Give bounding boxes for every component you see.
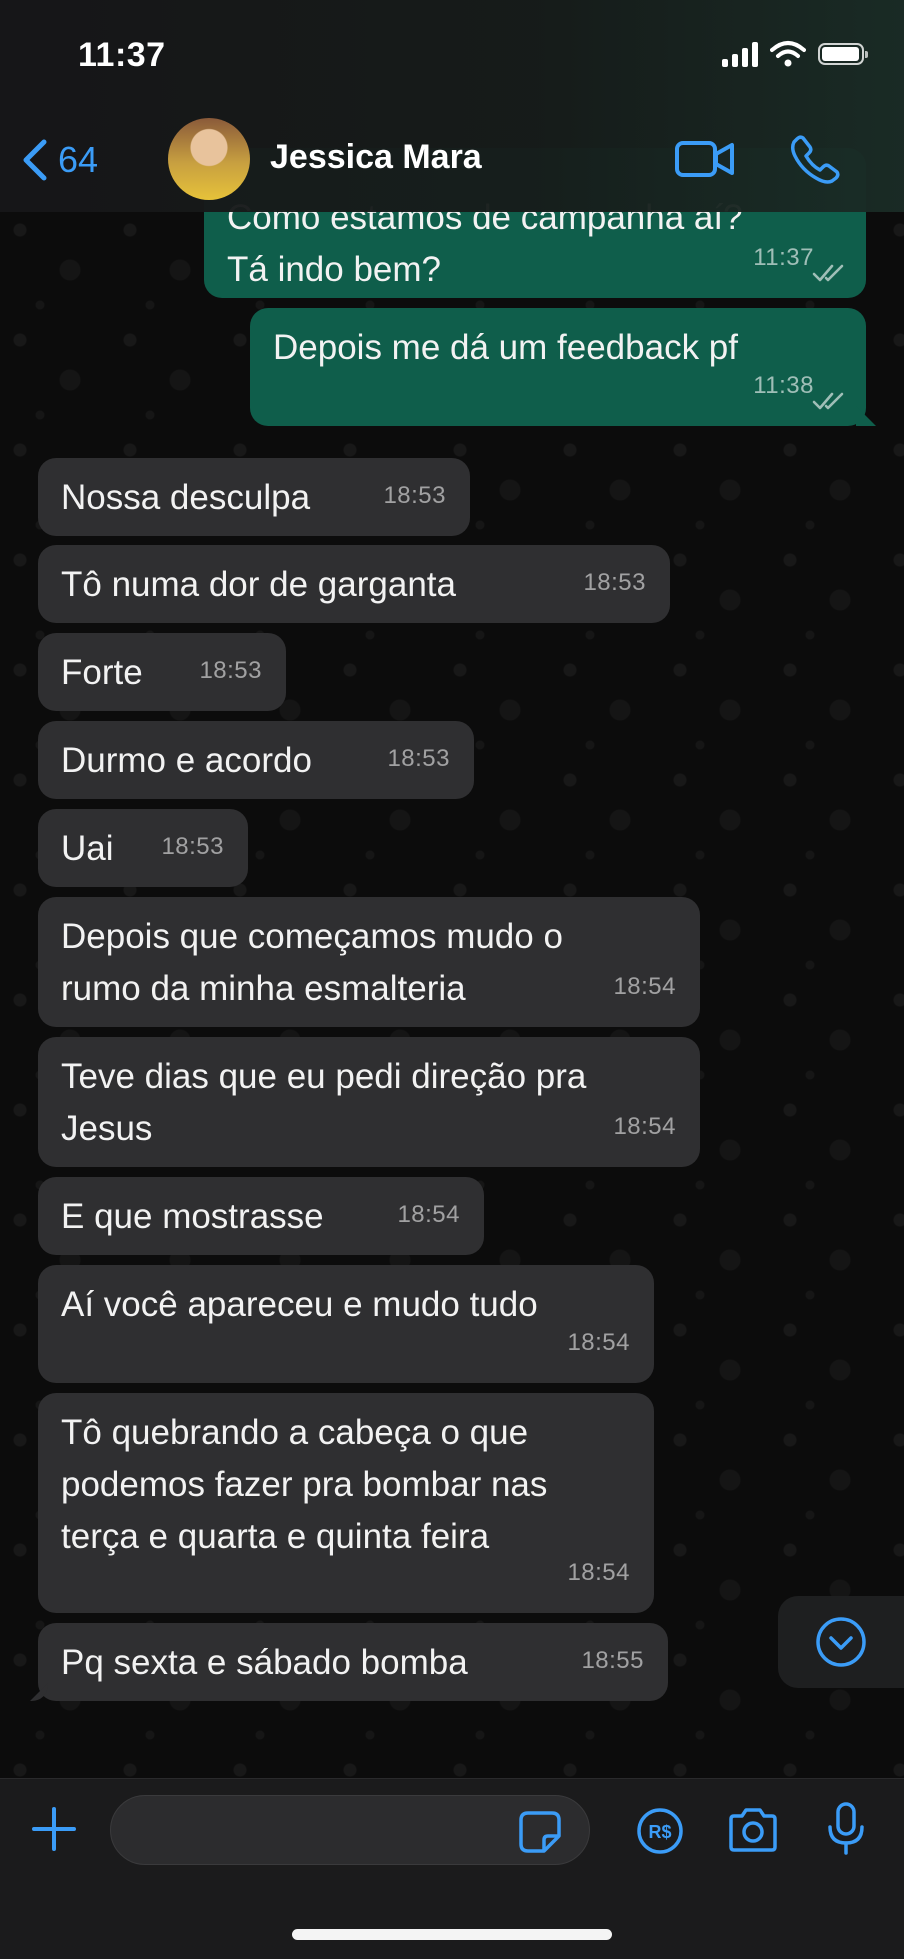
svg-text:R$: R$	[648, 1822, 671, 1842]
message-time: 18:53	[199, 657, 262, 684]
top-bar: 11:37 64 Jessica Mara	[0, 0, 904, 212]
message-text-line: rumo da minha esmalteria	[61, 969, 466, 1008]
chevron-left-icon	[23, 139, 47, 181]
double-check-icon	[812, 392, 844, 410]
message-time: 18:54	[613, 1113, 676, 1140]
message-text-line: Jesus	[61, 1109, 153, 1148]
message-bubble-outgoing[interactable]: Depois me dá um feedback pf 11:38	[250, 308, 876, 426]
message-text-line: podemos fazer pra bombar nas	[61, 1465, 548, 1504]
video-call-icon[interactable]	[674, 137, 736, 181]
chevron-down-circle-icon	[816, 1617, 866, 1667]
message-time: 18:54	[397, 1201, 460, 1228]
sticker-icon[interactable]	[518, 1810, 562, 1854]
message-time: 18:54	[613, 973, 676, 1000]
back-button[interactable]: 64	[18, 134, 98, 186]
message-bubble-incoming[interactable]: Teve dias que eu pedi direção pra Jesus …	[38, 1037, 700, 1167]
message-time: 18:54	[567, 1329, 630, 1356]
message-time: 11:38	[753, 372, 814, 399]
scroll-to-bottom-button[interactable]	[778, 1596, 904, 1688]
plus-icon[interactable]	[28, 1803, 80, 1855]
microphone-icon[interactable]	[826, 1801, 866, 1857]
payment-icon[interactable]: R$	[636, 1807, 684, 1855]
message-bubble-incoming[interactable]: Forte 18:53	[38, 633, 286, 711]
message-time: 18:53	[383, 482, 446, 509]
message-bubble-incoming[interactable]: Uai 18:53	[38, 809, 248, 887]
phone-icon[interactable]	[790, 134, 840, 184]
avatar[interactable]	[168, 118, 250, 200]
cellular-signal-icon	[722, 41, 758, 67]
message-bubble-incoming[interactable]: Depois que começamos mudo o rumo da minh…	[38, 897, 700, 1027]
message-time: 11:37	[753, 244, 814, 271]
status-icons	[722, 40, 868, 68]
wifi-icon	[770, 41, 806, 67]
message-time: 18:54	[567, 1559, 630, 1586]
composer-bar: R$	[0, 1778, 904, 1959]
message-bubble-incoming[interactable]: E que mostrasse 18:54	[38, 1177, 484, 1255]
message-time: 18:53	[583, 569, 646, 596]
message-text-line: Tô numa dor de garganta	[61, 565, 456, 604]
bubble-tail	[856, 406, 876, 426]
message-time: 18:53	[387, 745, 450, 772]
message-time: 18:55	[581, 1647, 644, 1674]
unread-count: 64	[58, 139, 99, 180]
message-bubble-incoming[interactable]: Nossa desculpa 18:53	[38, 458, 470, 536]
double-check-icon	[812, 264, 844, 282]
message-text-line: Pq sexta e sábado bomba	[61, 1643, 468, 1682]
battery-icon	[818, 43, 868, 65]
message-bubble-incoming[interactable]: Tô quebrando a cabeça o que podemos faze…	[38, 1393, 654, 1613]
status-time: 11:37	[78, 36, 166, 74]
message-text-line: Teve dias que eu pedi direção pra	[61, 1057, 587, 1096]
bubble-tail	[30, 1683, 48, 1701]
message-bubble-incoming[interactable]: Pq sexta e sábado bomba 18:55	[30, 1623, 668, 1701]
contact-name[interactable]: Jessica Mara	[270, 138, 482, 177]
message-text-line: Tô quebrando a cabeça o que	[61, 1413, 529, 1452]
camera-icon[interactable]	[726, 1807, 780, 1853]
message-text-line: terça e quarta e quinta feira	[61, 1517, 490, 1556]
message-text-line: Depois que começamos mudo o	[61, 917, 563, 956]
message-text-line: Aí você apareceu e mudo tudo	[61, 1285, 538, 1324]
message-time: 18:53	[161, 833, 224, 860]
message-bubble-incoming[interactable]: Tô numa dor de garganta 18:53	[38, 545, 670, 623]
message-bubble-incoming[interactable]: Aí você apareceu e mudo tudo 18:54	[38, 1265, 654, 1383]
message-bubble-incoming[interactable]: Durmo e acordo 18:53	[38, 721, 474, 799]
home-indicator	[292, 1929, 612, 1940]
message-list[interactable]: Como estamos de campanha aí? Tá indo bem…	[0, 0, 904, 1958]
